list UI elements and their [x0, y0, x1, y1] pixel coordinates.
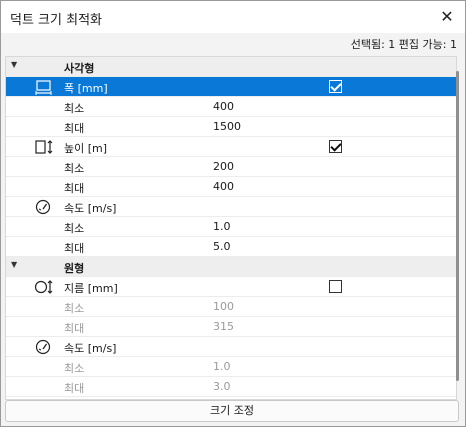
max-label: 최대	[64, 242, 85, 255]
round-speed-min-row: 최소 1.0	[6, 357, 456, 377]
param-label: 속도 [m/s]	[64, 342, 117, 355]
width-min-row[interactable]: 최소 400	[6, 97, 456, 117]
min-label: 최소	[64, 102, 85, 115]
rect-speed-min-value[interactable]: 1.0	[213, 220, 231, 233]
round-speed-min-value: 1.0	[213, 360, 231, 373]
height-min-row[interactable]: 최소 200	[6, 157, 456, 177]
collapse-caret-icon[interactable]: ▼	[11, 60, 17, 69]
max-label: 최대	[64, 182, 85, 195]
round-speed-max-row: 최대 3.0	[6, 377, 456, 397]
group-label: 사각형	[64, 62, 95, 75]
properties-panel: ▼ 사각형 폭 [mm] 최소 400 최대 1500 높이 [m] 최소 20…	[5, 56, 457, 400]
max-label: 최대	[64, 382, 85, 395]
max-label: 최대	[64, 122, 85, 135]
diameter-min-row: 최소 100	[6, 297, 456, 317]
resize-button[interactable]: 크기 조정	[5, 400, 459, 422]
selection-status: 선택됨: 1 편집 가능: 1	[350, 38, 457, 51]
diameter-checkbox[interactable]	[329, 280, 342, 293]
group-label: 원형	[64, 262, 85, 275]
height-min-value[interactable]: 200	[213, 160, 234, 173]
close-icon[interactable]: ✕	[433, 4, 461, 30]
speed-gauge-icon	[35, 339, 51, 355]
param-round-speed[interactable]: 속도 [m/s]	[6, 337, 456, 357]
max-label: 최대	[64, 322, 85, 335]
min-label: 최소	[64, 162, 85, 175]
min-label: 최소	[64, 302, 85, 315]
dialog-title: 덕트 크기 최적화	[10, 13, 102, 28]
collapse-caret-icon[interactable]: ▼	[11, 260, 17, 269]
duct-width-icon	[35, 80, 52, 95]
min-label: 최소	[64, 222, 85, 235]
param-label: 지름 [mm]	[64, 282, 118, 295]
param-height[interactable]: 높이 [m]	[6, 137, 456, 157]
height-max-row[interactable]: 최대 400	[6, 177, 456, 197]
width-checkbox[interactable]	[329, 80, 342, 93]
height-max-value[interactable]: 400	[213, 180, 234, 193]
param-rect-speed[interactable]: 속도 [m/s]	[6, 197, 456, 217]
min-label: 최소	[64, 362, 85, 375]
height-checkbox[interactable]	[329, 140, 342, 153]
param-diameter[interactable]: 지름 [mm]	[6, 277, 456, 297]
rect-speed-max-row[interactable]: 최대 5.0	[6, 237, 456, 257]
param-width[interactable]: 폭 [mm]	[6, 77, 456, 97]
duct-diameter-icon	[34, 280, 53, 294]
diameter-min-value: 100	[213, 300, 234, 313]
width-max-value[interactable]: 1500	[213, 120, 241, 133]
rect-speed-max-value[interactable]: 5.0	[213, 240, 231, 253]
duct-height-icon	[35, 140, 53, 154]
param-label: 폭 [mm]	[64, 82, 108, 95]
vertical-scrollbar[interactable]	[456, 71, 459, 381]
width-max-row[interactable]: 최대 1500	[6, 117, 456, 137]
diameter-max-row: 최대 315	[6, 317, 456, 337]
rect-speed-min-row[interactable]: 최소 1.0	[6, 217, 456, 237]
round-speed-max-value: 3.0	[213, 380, 231, 393]
param-label: 속도 [m/s]	[64, 202, 117, 215]
duct-sizing-dialog: 덕트 크기 최적화 ✕ 선택됨: 1 편집 가능: 1 ▼ 사각형 폭 [mm]…	[0, 0, 466, 427]
title-bar: 덕트 크기 최적화 ✕	[1, 1, 465, 33]
param-label: 높이 [m]	[64, 142, 108, 155]
group-rectangle[interactable]: ▼ 사각형	[6, 57, 456, 77]
group-round[interactable]: ▼ 원형	[6, 257, 456, 277]
speed-gauge-icon	[35, 199, 51, 215]
width-min-value[interactable]: 400	[213, 100, 234, 113]
diameter-max-value: 315	[213, 320, 234, 333]
